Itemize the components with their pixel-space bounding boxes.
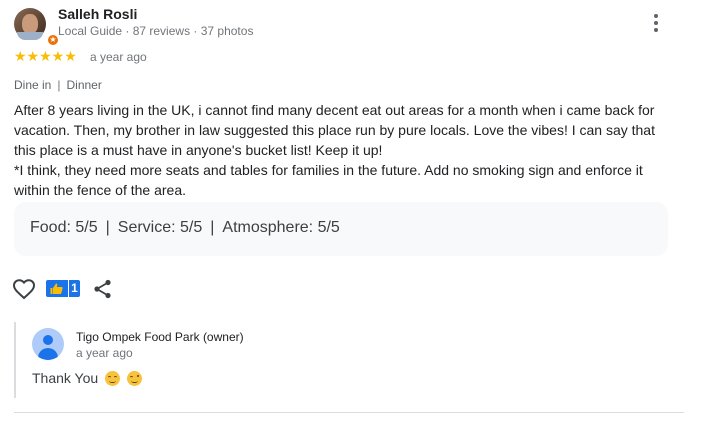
owner-name: Tigo Ompek Food Park (owner)	[76, 330, 244, 344]
more-dot	[654, 21, 658, 25]
reaction-badge[interactable]: 1	[46, 280, 80, 297]
visit-tags: Dine in | Dinner	[14, 78, 102, 92]
owner-reply-text-line: Thank You	[32, 370, 142, 386]
heart-outline-icon[interactable]	[12, 278, 36, 300]
review-divider	[14, 412, 684, 413]
reviewer-meta[interactable]: Local Guide · 87 reviews · 37 photos	[58, 24, 253, 38]
share-icon[interactable]	[92, 278, 114, 300]
tag-dinner: Dinner	[66, 78, 102, 92]
owner-reply-time: a year ago	[76, 346, 133, 360]
star-rating: ★★★★★	[14, 48, 77, 64]
winking-face-emoji-icon	[126, 371, 142, 386]
rating-separator: |	[105, 219, 110, 236]
owner-avatar[interactable]	[32, 328, 64, 360]
reviewer-avatar[interactable]: ★	[14, 8, 59, 46]
reply-indent-line	[14, 322, 16, 398]
review-text: After 8 years living in the UK, i cannot…	[14, 102, 655, 198]
reviewer-name[interactable]: Salleh Rosli	[58, 6, 137, 22]
avatar-head	[43, 335, 53, 345]
more-vert-icon[interactable]	[646, 12, 666, 34]
like-count: 1	[68, 280, 80, 297]
smiling-face-emoji-icon	[105, 371, 121, 386]
rating-service: Service: 5/5	[117, 219, 203, 236]
tag-dine-in: Dine in	[14, 78, 52, 92]
rating-atmosphere: Atmosphere: 5/5	[222, 219, 340, 236]
review-time: a year ago	[90, 50, 147, 64]
thumbs-up-badge-icon	[46, 280, 68, 297]
rating-food: Food: 5/5	[30, 219, 98, 236]
rating-separator: |	[210, 219, 215, 236]
avatar-face	[22, 14, 38, 34]
more-dot	[654, 14, 658, 18]
avatar-shirt	[17, 32, 43, 40]
tag-separator: |	[57, 78, 61, 92]
more-dot	[654, 28, 658, 32]
avatar-body	[38, 348, 58, 360]
sub-ratings: Food: 5/5 | Service: 5/5 | Atmosphere: 5/5	[14, 202, 668, 256]
owner-reply-text: Thank You	[32, 370, 99, 386]
